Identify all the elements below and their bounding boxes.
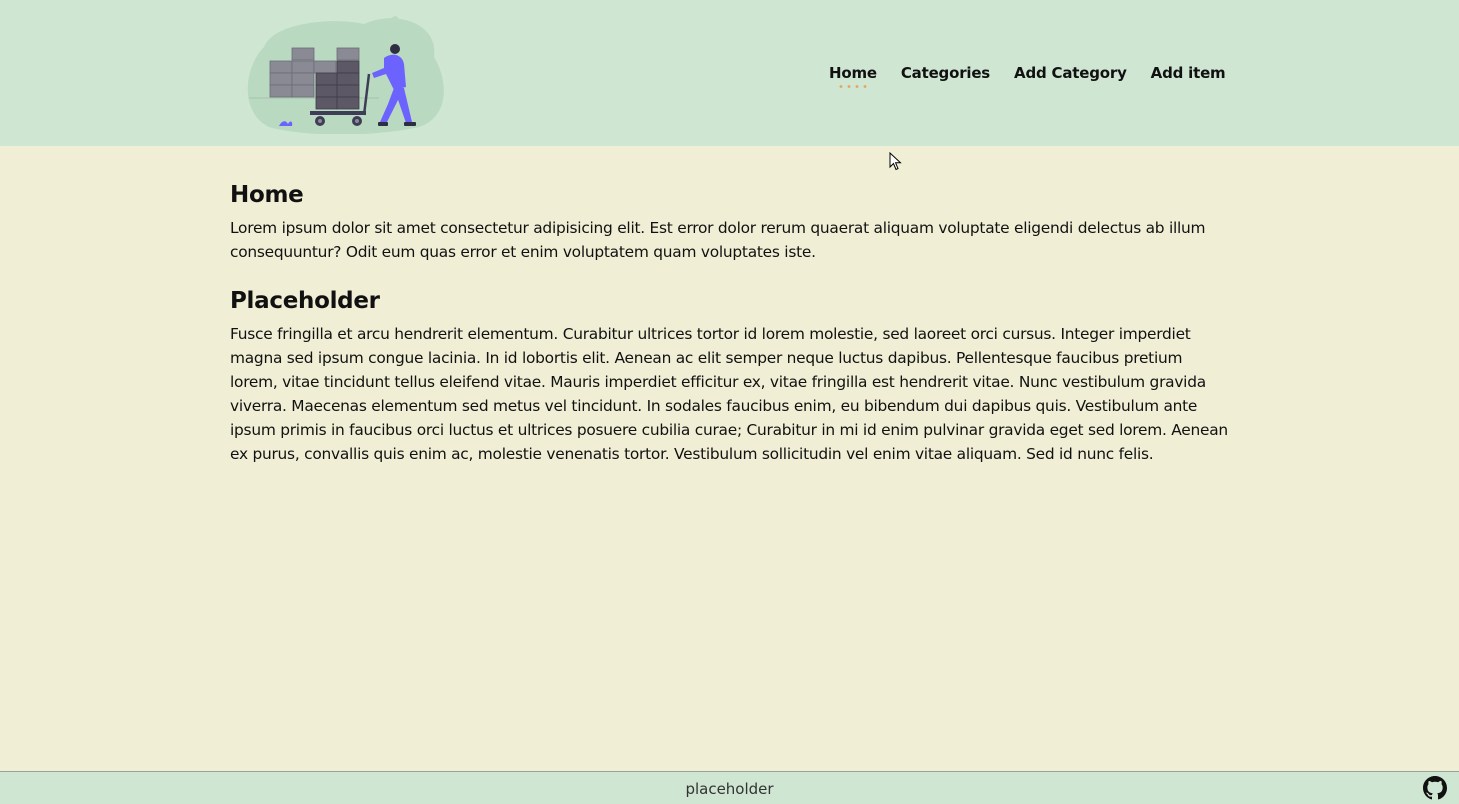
main-nav: Home Categories Add Category Add item xyxy=(829,63,1226,88)
placeholder-paragraph: Fusce fringilla et arcu hendrerit elemen… xyxy=(230,325,1228,463)
logo-illustration[interactable] xyxy=(244,12,449,135)
home-paragraph: Lorem ipsum dolor sit amet consectetur a… xyxy=(230,219,1206,261)
nav-item-home[interactable]: Home xyxy=(829,63,877,88)
main-content: Home Lorem ipsum dolor sit amet consecte… xyxy=(230,180,1230,488)
footer-text: placeholder xyxy=(685,780,774,798)
site-header: Home Categories Add Category Add item xyxy=(0,0,1459,146)
nav-item-add-category[interactable]: Add Category xyxy=(1014,63,1127,83)
home-section: Home Lorem ipsum dolor sit amet consecte… xyxy=(230,180,1230,264)
github-icon[interactable] xyxy=(1423,776,1447,800)
placeholder-heading: Placeholder xyxy=(230,288,380,314)
placeholder-section: Placeholder Fusce fringilla et arcu hend… xyxy=(230,286,1230,466)
site-footer: placeholder xyxy=(0,771,1459,804)
warehouse-worker-illustration xyxy=(247,16,444,135)
home-heading: Home xyxy=(230,182,304,208)
nav-item-categories[interactable]: Categories xyxy=(901,63,990,83)
mouse-cursor-icon xyxy=(889,152,902,171)
nav-item-add-item[interactable]: Add item xyxy=(1151,63,1226,83)
